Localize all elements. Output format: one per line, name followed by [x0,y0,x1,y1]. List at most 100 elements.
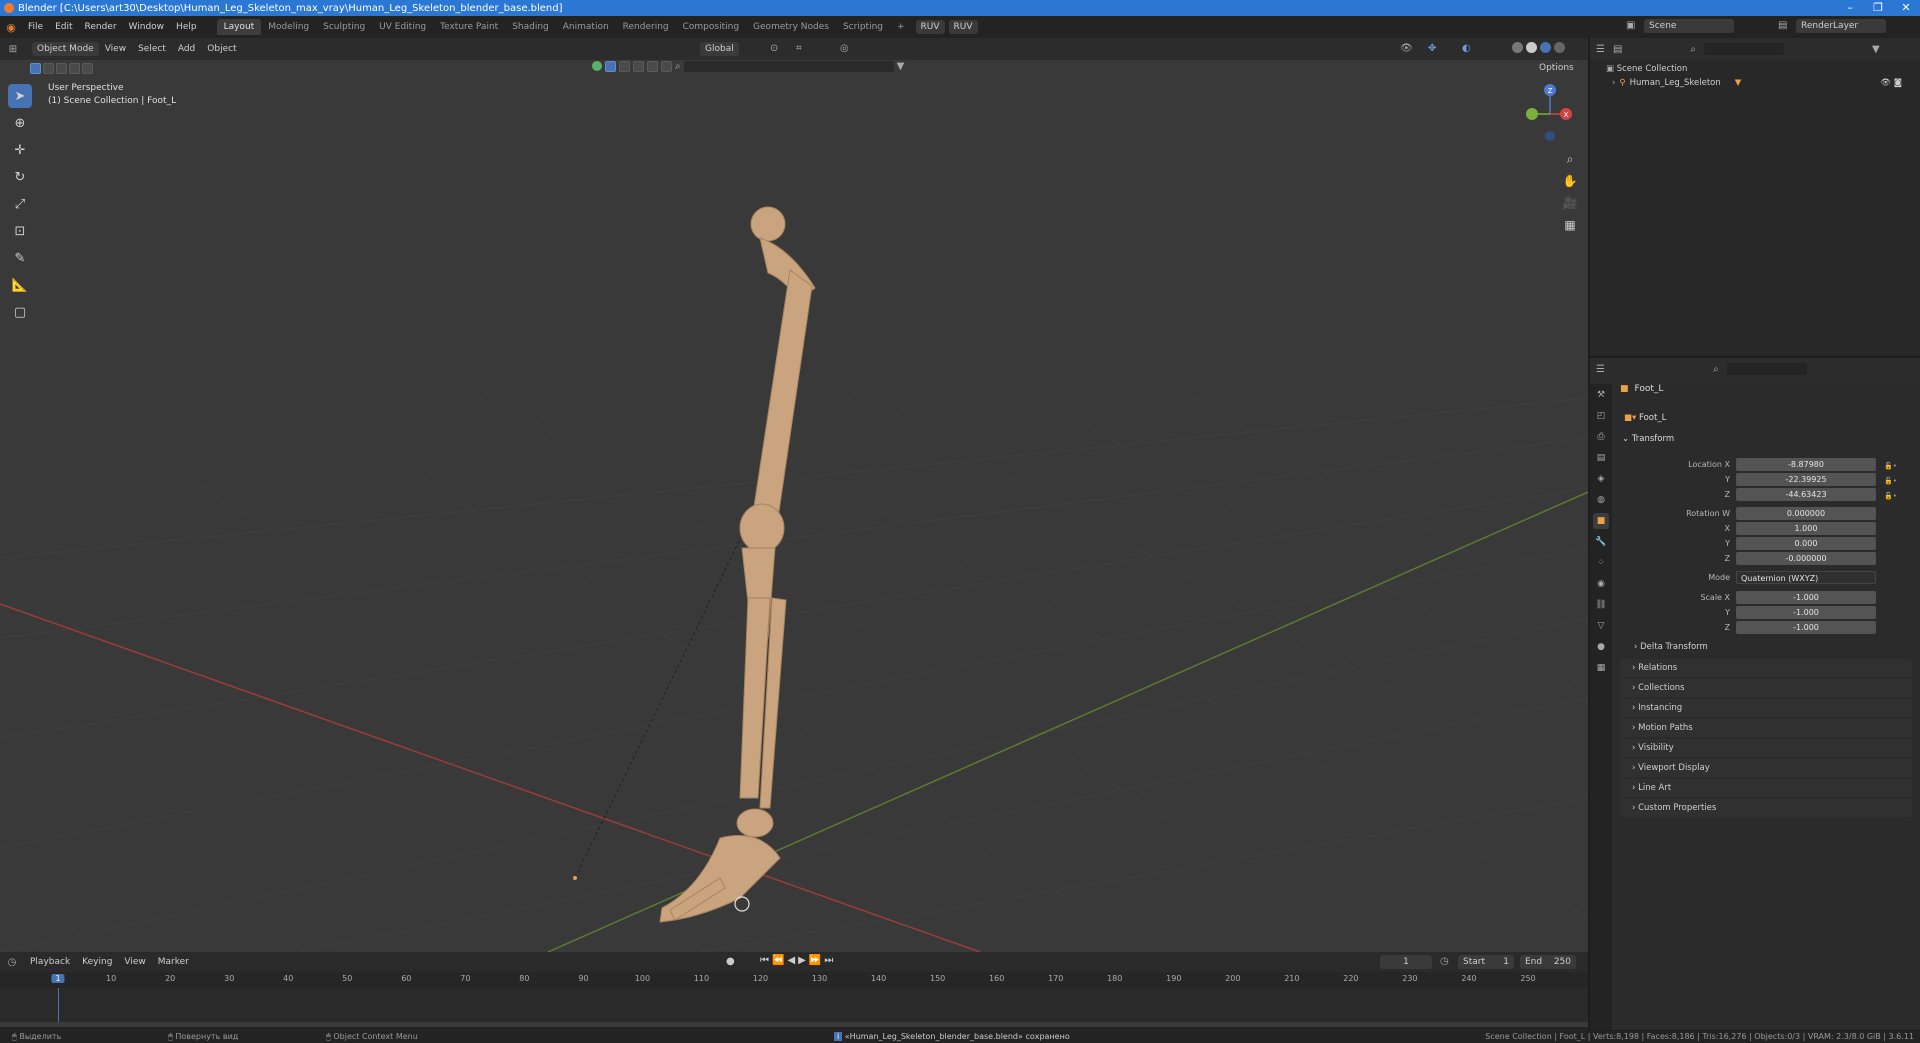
outliner-search-icon[interactable]: ⌕ [1690,44,1696,55]
timeline-body[interactable] [0,988,1588,1026]
tab-scripting[interactable]: Scripting [836,19,890,35]
outliner-search-input[interactable] [1704,43,1785,55]
cursor-tool-icon[interactable]: ⊕ [8,111,32,135]
viewport-menu-add[interactable]: Add [172,44,201,54]
menu-file[interactable]: File [22,22,49,32]
filter-funnel-icon[interactable]: ▼ [897,61,905,72]
panel-collections[interactable]: › Collections [1620,679,1912,697]
render-layer-selector[interactable]: RenderLayer [1796,19,1886,33]
outliner-display-mode-icon[interactable]: ▤ [1613,44,1622,55]
tab-layout[interactable]: Layout [216,19,262,35]
tab-geometry-nodes[interactable]: Geometry Nodes [746,19,836,35]
location-z-field[interactable]: -44.63423 [1736,488,1876,501]
viewport-menu-object[interactable]: Object [201,44,242,54]
menu-render[interactable]: Render [79,22,123,32]
select-box-tool-icon[interactable]: ➤ [8,84,32,108]
ruv-button-1[interactable]: RUV [915,20,945,34]
panel-relations[interactable]: › Relations [1620,659,1912,677]
lock-icon[interactable]: 🔓• [1884,489,1897,504]
filter-other-icon[interactable] [661,61,672,72]
snap-icon[interactable]: ⌗ [796,43,802,54]
scale-x-field[interactable]: -1.000 [1736,591,1876,604]
outliner-scene-collection[interactable]: ▣ Scene Collection [1606,64,1687,74]
lock-icon[interactable]: 🔓• [1884,474,1897,489]
play-reverse-icon[interactable]: ◀ [787,955,798,966]
next-keyframe-icon[interactable]: ⏩ [809,955,824,966]
proportional-edit-icon[interactable]: ◎ [840,43,849,54]
select-extend-icon[interactable] [43,62,54,74]
play-icon[interactable]: ▶ [798,955,809,966]
visibility-eye-icon[interactable]: 👁 ◙ [1880,78,1902,88]
scene-selector[interactable]: Scene [1644,19,1734,33]
render-tab-icon[interactable]: ◰ [1593,408,1609,424]
view-layer-tab-icon[interactable]: ▤ [1593,450,1609,466]
panel-custom-properties[interactable]: › Custom Properties [1620,799,1912,817]
navigation-gizmo[interactable]: Z X [1520,80,1580,150]
end-frame-field[interactable]: End 250 [1520,955,1576,969]
jump-start-icon[interactable]: ⏮ [760,955,772,966]
filter-camera-icon[interactable] [619,61,630,72]
tab-shading[interactable]: Shading [505,19,556,35]
start-frame-field[interactable]: Start 1 [1458,955,1514,969]
scale-y-field[interactable]: -1.000 [1736,606,1876,619]
maximize-button[interactable]: ❐ [1864,0,1892,16]
gizmo-toggle-icon[interactable]: ✥ [1428,43,1436,54]
rotation-x-field[interactable]: 1.000 [1736,522,1876,535]
tab-modeling[interactable]: Modeling [261,19,316,35]
ruv-button-2[interactable]: RUV [948,20,978,34]
record-icon[interactable]: ● [726,956,735,967]
particles-tab-icon[interactable]: ⁘ [1593,555,1609,571]
transform-tool-icon[interactable]: ⊡ [8,219,32,243]
transform-orientation-dropdown[interactable]: Global [700,42,739,56]
panel-line-art[interactable]: › Line Art [1620,779,1912,797]
properties-search-input[interactable] [1726,363,1807,375]
add-workspace-icon[interactable]: + [890,19,912,35]
tab-texture-paint[interactable]: Texture Paint [433,19,505,35]
viewport-search-input[interactable] [683,61,894,72]
timeline-ruler[interactable]: 1 10 20 30 40 50 60 70 80 90 100 110 120 130 140 150 160… [0,972,1588,988]
expand-arrow-icon[interactable]: › [1612,78,1615,88]
constraints-tab-icon[interactable]: ⛓ [1593,597,1609,613]
tab-rendering[interactable]: Rendering [616,19,676,35]
timeline-menu-view[interactable]: View [118,957,151,967]
blender-menu-icon[interactable]: ◉ [0,21,22,34]
panel-visibility[interactable]: › Visibility [1620,739,1912,757]
object-name-field[interactable]: ■▾ Foot_L [1620,411,1912,425]
filter-light-icon[interactable] [633,61,644,72]
timeline-menu-keying[interactable]: Keying [76,957,118,967]
world-tab-icon[interactable]: ◍ [1593,492,1609,508]
output-tab-icon[interactable]: ⎙ [1593,429,1609,445]
current-frame-field[interactable]: 1 [1380,955,1432,969]
zoom-icon[interactable]: ⌕ [1562,148,1578,170]
timeline-scrollbar[interactable] [0,1022,1588,1027]
rotation-y-field[interactable]: 0.000 [1736,537,1876,550]
pivot-icon[interactable]: ⊙ [770,43,778,54]
3d-viewport[interactable] [0,38,1588,952]
prev-keyframe-icon[interactable]: ⏪ [772,955,787,966]
panel-motion-paths[interactable]: › Motion Paths [1620,719,1912,737]
properties-editor-icon[interactable]: ☰ [1596,364,1605,375]
search-icon[interactable]: ⌕ [675,61,681,72]
ortho-grid-icon[interactable]: ▦ [1562,214,1578,236]
physics-tab-icon[interactable]: ◉ [1593,576,1609,592]
move-tool-icon[interactable]: ✛ [8,138,32,162]
location-x-field[interactable]: -8.87980 [1736,458,1876,471]
minimize-button[interactable]: – [1836,0,1864,16]
modifier-tab-icon[interactable]: 🔧 [1593,534,1609,550]
lock-icon[interactable]: 🔓• [1884,459,1897,474]
menu-edit[interactable]: Edit [49,22,78,32]
tab-compositing[interactable]: Compositing [676,19,746,35]
options-dropdown[interactable]: Options [1534,61,1579,75]
timeline-menu-playback[interactable]: Playback [24,957,76,967]
tab-uv-editing[interactable]: UV Editing [372,19,433,35]
wireframe-shading-icon[interactable] [1512,42,1523,53]
scale-z-field[interactable]: -1.000 [1736,621,1876,634]
scale-tool-icon[interactable]: ⤢ [8,192,32,216]
timeline-editor-icon[interactable]: ◷ [0,957,24,968]
tab-sculpting[interactable]: Sculpting [316,19,372,35]
tab-animation[interactable]: Animation [556,19,616,35]
tool-tab-icon[interactable]: ⚒ [1593,387,1609,403]
panel-viewport-display[interactable]: › Viewport Display [1620,759,1912,777]
scene-tab-icon[interactable]: ◈ [1593,471,1609,487]
rotate-tool-icon[interactable]: ↻ [8,165,32,189]
